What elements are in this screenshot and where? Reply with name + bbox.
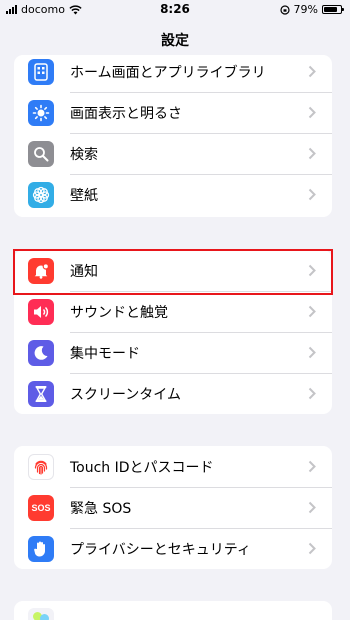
row-label: ホーム画面とアプリライブラリ	[70, 64, 266, 81]
sos-icon: SOS	[28, 494, 54, 521]
chevron-right-icon	[306, 501, 318, 514]
row-touch-id-passcode[interactable]: Touch IDとパスコード	[14, 446, 332, 487]
chevron-right-icon	[306, 305, 318, 318]
game-center-icon	[28, 608, 54, 620]
status-right: 79%	[279, 3, 344, 16]
row-sounds-haptics[interactable]: サウンドと触覚	[14, 291, 332, 332]
fingerprint-icon	[28, 453, 54, 480]
search-icon	[28, 140, 54, 167]
chevron-right-icon	[306, 460, 318, 473]
chevron-right-icon	[306, 65, 318, 78]
row-label: 検索	[70, 146, 98, 163]
settings-group-3: Touch IDとパスコード SOS 緊急 SOS プライバシーとセキュリティ	[14, 446, 332, 569]
sos-icon-text: SOS	[31, 502, 51, 513]
row-label: プライバシーとセキュリティ	[70, 541, 251, 558]
chevron-right-icon	[306, 542, 318, 555]
hourglass-icon	[28, 380, 54, 407]
home-screen-icon	[28, 58, 54, 85]
row-privacy-security[interactable]: プライバシーとセキュリティ	[14, 528, 332, 569]
rotation-lock-icon	[279, 4, 290, 15]
wallpaper-icon	[28, 181, 54, 208]
chevron-right-icon	[306, 264, 318, 277]
settings-group-1: ホーム画面とアプリライブラリ 画面表示と明るさ 検索 壁紙	[14, 55, 332, 217]
row-home-screen[interactable]: ホーム画面とアプリライブラリ	[14, 55, 332, 92]
settings-group-4	[14, 601, 332, 620]
brightness-icon	[28, 99, 54, 126]
row-emergency-sos[interactable]: SOS 緊急 SOS	[14, 487, 332, 528]
row-focus[interactable]: 集中モード	[14, 332, 332, 373]
privacy-hand-icon	[28, 535, 54, 562]
row-search[interactable]: 検索	[14, 133, 332, 174]
row-label: Touch IDとパスコード	[70, 459, 214, 476]
battery-percent: 79%	[293, 3, 318, 16]
page-title: 設定	[161, 33, 189, 49]
chevron-right-icon	[306, 147, 318, 160]
sound-icon	[28, 298, 54, 325]
battery-icon	[322, 5, 344, 14]
chevron-right-icon	[306, 387, 318, 400]
chevron-right-icon	[306, 188, 318, 201]
row-label: 壁紙	[70, 187, 98, 204]
notification-icon	[28, 257, 54, 284]
row-display-brightness[interactable]: 画面表示と明るさ	[14, 92, 332, 133]
row-label: スクリーンタイム	[70, 386, 182, 403]
chevron-right-icon	[306, 346, 318, 359]
row-label: サウンドと触覚	[70, 304, 168, 321]
status-bar: docomo 8:26 79%	[0, 0, 350, 20]
row-label: 集中モード	[70, 345, 140, 362]
row-screen-time[interactable]: スクリーンタイム	[14, 373, 332, 414]
focus-moon-icon	[28, 339, 54, 366]
row-notifications[interactable]: 通知	[14, 250, 332, 291]
row-label: 画面表示と明るさ	[70, 105, 182, 122]
chevron-right-icon	[306, 106, 318, 119]
row-label: 緊急 SOS	[70, 500, 132, 517]
settings-group-2: 通知 サウンドと触覚 集中モード スクリーンタイム	[14, 250, 332, 414]
row-wallpaper[interactable]: 壁紙	[14, 174, 332, 215]
row-label: 通知	[70, 263, 98, 280]
